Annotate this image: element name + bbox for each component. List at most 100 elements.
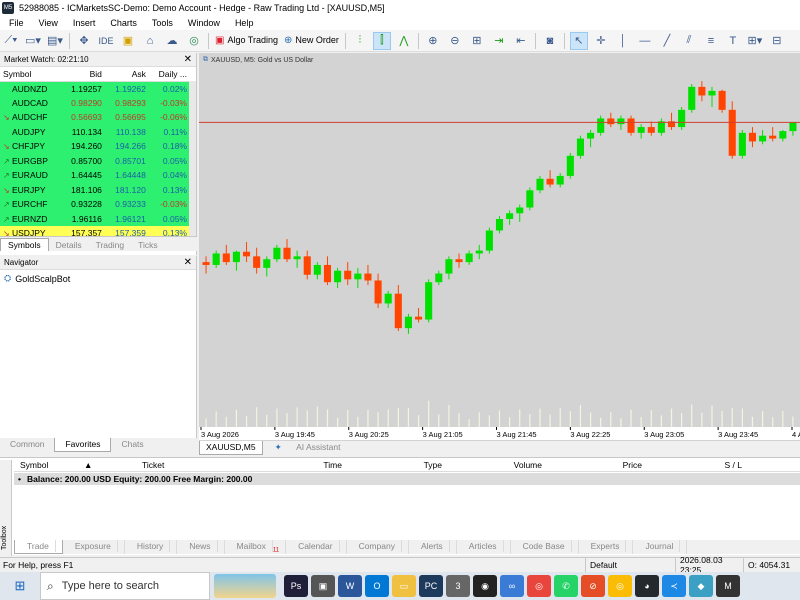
candlestick-icon[interactable]: ⫿ bbox=[372, 31, 391, 50]
zoom-in-icon[interactable]: ⊕ bbox=[424, 32, 442, 50]
col-price[interactable]: Price bbox=[542, 460, 642, 471]
channel-icon[interactable]: ⫽ bbox=[680, 32, 698, 50]
tab-alerts[interactable]: Alerts bbox=[409, 540, 457, 554]
market-watch-row[interactable]: AUDCAD 0.98290 0.98293 -0.03% bbox=[0, 95, 190, 110]
market-watch-row[interactable]: AUDNZD 1.19257 1.19262 0.02% bbox=[0, 81, 190, 96]
tab-news[interactable]: News bbox=[177, 540, 225, 554]
tab-ticks[interactable]: Ticks bbox=[131, 239, 165, 251]
tab-mailbox[interactable]: Mailbox 11 bbox=[225, 540, 287, 554]
vscode-icon[interactable]: ≺ bbox=[662, 575, 686, 597]
col-symbol[interactable]: Symbol bbox=[0, 67, 61, 82]
algo-trading-button[interactable]: ▣ Algo Trading bbox=[212, 35, 281, 46]
market-watch-row[interactable]: ↘ AUDCHF 0.56693 0.56695 -0.06% bbox=[0, 110, 190, 125]
col-bid[interactable]: Bid bbox=[60, 67, 105, 82]
vertical-line-icon[interactable]: │ bbox=[614, 32, 632, 50]
menu-file[interactable]: File bbox=[9, 18, 24, 28]
menu-window[interactable]: Window bbox=[188, 18, 220, 28]
bar-chart-icon[interactable]: ⫶ bbox=[351, 32, 369, 50]
tab-articles[interactable]: Articles bbox=[457, 540, 511, 554]
cursor-icon[interactable]: ↖ bbox=[569, 31, 588, 50]
github-icon[interactable]: ◕ bbox=[635, 575, 659, 597]
outlook-icon[interactable]: O bbox=[365, 575, 389, 597]
tab-details[interactable]: Details bbox=[49, 239, 89, 251]
chart-window[interactable]: ⧉ XAUUSD, M5: Gold vs US Dollar bbox=[199, 53, 800, 441]
horizontal-line-icon[interactable]: — bbox=[636, 32, 654, 50]
chrome-icon[interactable]: ◎ bbox=[527, 575, 551, 597]
taskbar-search[interactable]: ⌕ Type here to search bbox=[40, 572, 210, 600]
col-time[interactable]: Time bbox=[182, 460, 342, 471]
tab-experts[interactable]: Experts bbox=[579, 540, 634, 554]
tab-trade[interactable]: Trade bbox=[14, 540, 63, 554]
chart-type-icon[interactable]: ⟋▾ bbox=[2, 32, 20, 50]
col-sl[interactable]: S / L bbox=[642, 460, 742, 471]
app-logo-icon[interactable]: ⊘ bbox=[581, 575, 605, 597]
search-highlight-image[interactable] bbox=[214, 574, 276, 598]
close-icon[interactable]: ✕ bbox=[184, 54, 192, 65]
menu-charts[interactable]: Charts bbox=[110, 18, 137, 28]
chrome-profile-icon[interactable]: ◎ bbox=[608, 575, 632, 597]
market-watch-row[interactable]: ↗ EURGBP 0.85700 0.85701 0.05% bbox=[0, 153, 190, 168]
windows-start-icon[interactable]: ⊞ bbox=[0, 572, 40, 600]
menu-help[interactable]: Help bbox=[235, 18, 254, 28]
word-icon[interactable]: W bbox=[338, 575, 362, 597]
menu-tools[interactable]: Tools bbox=[152, 18, 173, 28]
ide-button[interactable]: IDE bbox=[97, 32, 115, 50]
profiles-icon[interactable]: ▭▾ bbox=[24, 32, 42, 50]
menu-insert[interactable]: Insert bbox=[73, 18, 96, 28]
navigator-item-goldscalpbot[interactable]: ⛭ GoldScalpBot bbox=[0, 270, 196, 287]
task-view-icon[interactable]: ▣ bbox=[311, 575, 335, 597]
lock-icon[interactable]: ▣ bbox=[119, 32, 137, 50]
screenshot-icon[interactable]: ◙ bbox=[541, 32, 559, 50]
more-tools-icon[interactable]: ⊟ bbox=[768, 32, 786, 50]
tab-journal[interactable]: Journal bbox=[633, 540, 688, 554]
tab-xauusd-m5[interactable]: XAUUSD,M5 bbox=[199, 441, 263, 455]
grid-icon[interactable]: ⊞ bbox=[468, 32, 486, 50]
market-watch-row[interactable]: ↘ CHFJPY 194.260 194.266 0.18% bbox=[0, 139, 190, 154]
file-explorer-icon[interactable]: ▭ bbox=[392, 575, 416, 597]
col-symbol[interactable]: Symbol bbox=[14, 460, 84, 471]
link-icon[interactable]: ∞ bbox=[500, 575, 524, 597]
metatrader-icon[interactable]: M bbox=[716, 575, 740, 597]
fibonacci-icon[interactable]: ≡ bbox=[702, 32, 720, 50]
app-icon[interactable]: 3 bbox=[446, 575, 470, 597]
cloud-icon[interactable]: ☁ bbox=[163, 32, 181, 50]
market-icon[interactable]: ⌂ bbox=[141, 32, 159, 50]
col-daily-change[interactable]: Daily ... bbox=[148, 67, 190, 82]
media-icon[interactable]: ◉ bbox=[473, 575, 497, 597]
tab-trading[interactable]: Trading bbox=[89, 239, 132, 251]
price-chart[interactable] bbox=[199, 53, 800, 427]
pc-manager-icon[interactable]: PC bbox=[419, 575, 443, 597]
tab-company[interactable]: Company bbox=[347, 540, 409, 554]
zoom-out-icon[interactable]: ⊖ bbox=[446, 32, 464, 50]
market-watch-row[interactable]: ↗ EURNZD 1.96116 1.96121 0.05% bbox=[0, 211, 190, 226]
signals-icon[interactable]: ◎ bbox=[185, 32, 203, 50]
tab-chats[interactable]: Chats bbox=[111, 438, 153, 452]
strategy-tester-icon[interactable]: ✥ bbox=[75, 32, 93, 50]
scrollbar[interactable] bbox=[189, 81, 196, 241]
menu-view[interactable]: View bbox=[39, 18, 58, 28]
tab-calendar[interactable]: Calendar bbox=[286, 540, 347, 554]
autoscroll-icon[interactable]: ⇥ bbox=[490, 32, 508, 50]
photoshop-icon[interactable]: Ps bbox=[284, 575, 308, 597]
new-order-button[interactable]: ⊕ New Order bbox=[281, 35, 342, 46]
templates-icon[interactable]: ▤▾ bbox=[46, 32, 64, 50]
shapes-icon[interactable]: ⊞▾ bbox=[746, 32, 764, 50]
text-icon[interactable]: T bbox=[724, 32, 742, 50]
tab-symbols[interactable]: Symbols bbox=[0, 238, 49, 251]
trendline-icon[interactable]: ╱ bbox=[658, 32, 676, 50]
tab-ai-assistant[interactable]: ✦ AI Assistant bbox=[263, 441, 353, 455]
market-watch-row[interactable]: AUDJPY 110.134 110.138 0.11% bbox=[0, 124, 190, 139]
whatsapp-icon[interactable]: ✆ bbox=[554, 575, 578, 597]
col-ticket[interactable]: Ticket bbox=[92, 460, 182, 471]
col-type[interactable]: Type bbox=[342, 460, 442, 471]
col-volume[interactable]: Volume bbox=[442, 460, 542, 471]
market-watch-row[interactable]: ↗ EURAUD 1.64445 1.64448 0.04% bbox=[0, 168, 190, 183]
chart-shift-icon[interactable]: ⇤ bbox=[512, 32, 530, 50]
app-icon[interactable]: ◆ bbox=[689, 575, 713, 597]
crosshair-icon[interactable]: ✛ bbox=[592, 32, 610, 50]
line-chart-icon[interactable]: ⋀ bbox=[395, 32, 413, 50]
market-watch-row[interactable]: ↘ EURJPY 181.106 181.120 0.13% bbox=[0, 182, 190, 197]
col-ask[interactable]: Ask bbox=[104, 67, 149, 82]
tab-common[interactable]: Common bbox=[0, 438, 54, 452]
tab-favorites[interactable]: Favorites bbox=[54, 438, 112, 452]
